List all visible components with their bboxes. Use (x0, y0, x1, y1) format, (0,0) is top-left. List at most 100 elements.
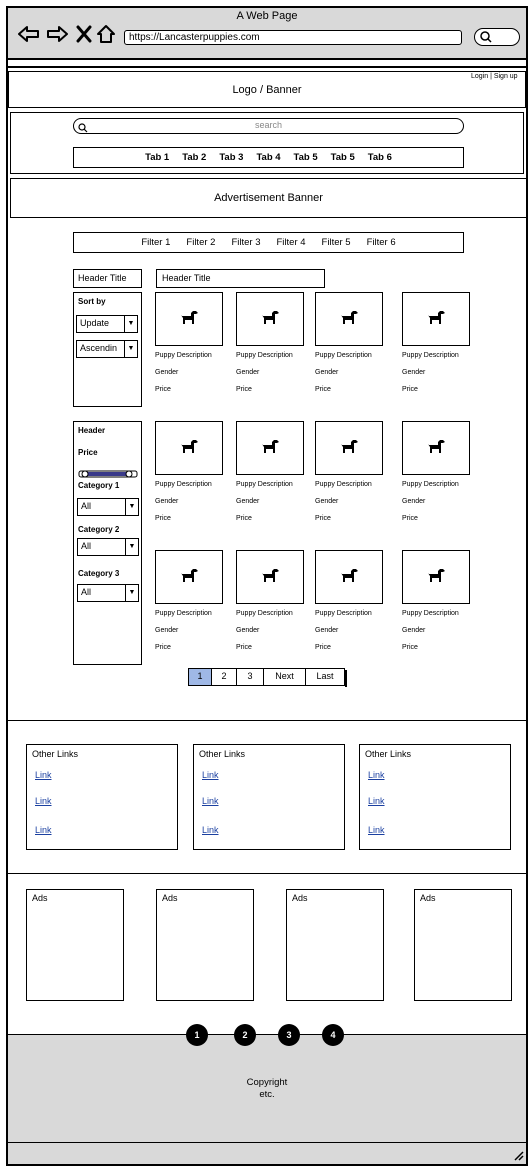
next-page-button[interactable]: Next (264, 669, 306, 685)
ad-slot[interactable]: Ads (286, 889, 384, 1001)
tab-1[interactable]: Tab 1 (145, 152, 169, 163)
puppy-card[interactable]: Puppy Description Gender Price (236, 421, 316, 522)
other-link[interactable]: Link (35, 770, 52, 780)
order-select[interactable]: Ascendin ▼ (76, 340, 138, 358)
dog-icon (426, 566, 446, 589)
puppy-image[interactable] (315, 421, 383, 475)
other-link[interactable]: Link (202, 796, 219, 806)
home-icon[interactable] (96, 24, 116, 49)
filter-1[interactable]: Filter 1 (141, 237, 170, 248)
puppy-card[interactable]: Puppy Description Gender Price (236, 292, 316, 393)
puppy-image[interactable] (402, 421, 470, 475)
sort-select[interactable]: Update ▼ (76, 315, 138, 333)
carousel-dot-4[interactable]: 4 (322, 1024, 344, 1046)
puppy-description[interactable]: Puppy Description (402, 352, 482, 359)
puppy-image[interactable] (315, 550, 383, 604)
page-2-button[interactable]: 2 (212, 669, 237, 685)
category-2-label: Category 2 (78, 525, 120, 534)
other-link[interactable]: Link (368, 825, 385, 835)
puppy-card[interactable]: Puppy Description Gender Price (315, 292, 395, 393)
other-links-box: Other Links Link Link Link (26, 744, 178, 850)
puppy-gender: Gender (315, 369, 339, 376)
puppy-description[interactable]: Puppy Description (402, 610, 482, 617)
puppy-image[interactable] (155, 421, 223, 475)
other-link[interactable]: Link (35, 825, 52, 835)
ad-slot[interactable]: Ads (414, 889, 512, 1001)
puppy-description[interactable]: Puppy Description (315, 481, 395, 488)
category-3-select[interactable]: All ▼ (77, 584, 139, 602)
advertisement-banner[interactable]: Advertisement Banner (10, 178, 527, 218)
puppy-card[interactable]: Puppy Description Gender Price (155, 550, 235, 651)
filter-4[interactable]: Filter 4 (277, 237, 306, 248)
other-link[interactable]: Link (368, 796, 385, 806)
back-arrow-icon[interactable] (18, 25, 40, 48)
puppy-description[interactable]: Puppy Description (236, 352, 316, 359)
other-link[interactable]: Link (202, 825, 219, 835)
carousel-dot-2[interactable]: 2 (234, 1024, 256, 1046)
other-link[interactable]: Link (368, 770, 385, 780)
dog-icon (339, 308, 359, 331)
forward-arrow-icon[interactable] (46, 25, 68, 48)
puppy-card[interactable]: Puppy Description Gender Price (155, 292, 235, 393)
filter-6[interactable]: Filter 6 (367, 237, 396, 248)
site-search-input[interactable]: search (73, 118, 464, 134)
puppy-card[interactable]: Puppy Description Gender Price (315, 421, 395, 522)
other-link[interactable]: Link (35, 796, 52, 806)
filter-5[interactable]: Filter 5 (322, 237, 351, 248)
puppy-description[interactable]: Puppy Description (155, 610, 235, 617)
ad-slot[interactable]: Ads (26, 889, 124, 1001)
login-signup-link[interactable]: Login | Sign up (471, 73, 518, 80)
filter-2[interactable]: Filter 2 (186, 237, 215, 248)
dog-icon (426, 308, 446, 331)
logo-banner[interactable]: Logo / Banner (8, 71, 526, 108)
puppy-card[interactable]: Puppy Description Gender Price (236, 550, 316, 651)
tab-5b[interactable]: Tab 5 (331, 152, 355, 163)
puppy-card[interactable]: Puppy Description Gender Price (402, 292, 482, 393)
puppy-description[interactable]: Puppy Description (236, 610, 316, 617)
puppy-description[interactable]: Puppy Description (155, 352, 235, 359)
puppy-description[interactable]: Puppy Description (315, 352, 395, 359)
order-select-value: Ascendin (80, 343, 118, 353)
puppy-image[interactable] (236, 421, 304, 475)
category-2-select[interactable]: All ▼ (77, 538, 139, 556)
ad-slot[interactable]: Ads (156, 889, 254, 1001)
puppy-image[interactable] (236, 550, 304, 604)
puppy-description[interactable]: Puppy Description (315, 610, 395, 617)
puppy-image[interactable] (315, 292, 383, 346)
price-range-slider[interactable] (78, 465, 138, 478)
puppy-description[interactable]: Puppy Description (155, 481, 235, 488)
resize-handle-icon[interactable] (512, 1148, 524, 1166)
divider (8, 873, 526, 874)
tab-3[interactable]: Tab 3 (219, 152, 243, 163)
puppy-card[interactable]: Puppy Description Gender Price (402, 550, 482, 651)
puppy-card[interactable]: Puppy Description Gender Price (315, 550, 395, 651)
close-x-icon[interactable] (76, 25, 92, 48)
url-bar[interactable]: https://Lancasterpuppies.com (124, 30, 462, 45)
other-links-title: Other Links (199, 749, 246, 759)
puppy-card[interactable]: Puppy Description Gender Price (155, 421, 235, 522)
filter-3[interactable]: Filter 3 (231, 237, 260, 248)
puppy-image[interactable] (155, 550, 223, 604)
tab-5[interactable]: Tab 5 (294, 152, 318, 163)
ad-label: Ads (32, 893, 48, 903)
carousel-dot-1[interactable]: 1 (186, 1024, 208, 1046)
category-1-select[interactable]: All ▼ (77, 498, 139, 516)
tab-6[interactable]: Tab 6 (368, 152, 392, 163)
puppy-image[interactable] (155, 292, 223, 346)
puppy-image[interactable] (402, 550, 470, 604)
tab-4[interactable]: Tab 4 (256, 152, 280, 163)
page-1-button[interactable]: 1 (189, 669, 212, 685)
puppy-image[interactable] (236, 292, 304, 346)
last-page-button[interactable]: Last (306, 669, 344, 685)
puppy-description[interactable]: Puppy Description (402, 481, 482, 488)
puppy-image[interactable] (402, 292, 470, 346)
carousel-dot-3[interactable]: 3 (278, 1024, 300, 1046)
tab-2[interactable]: Tab 2 (182, 152, 206, 163)
puppy-price: Price (315, 515, 331, 522)
puppy-card[interactable]: Puppy Description Gender Price (402, 421, 482, 522)
puppy-description[interactable]: Puppy Description (236, 481, 316, 488)
browser-search-field[interactable] (474, 28, 520, 46)
other-link[interactable]: Link (202, 770, 219, 780)
puppy-gender: Gender (402, 627, 426, 634)
page-3-button[interactable]: 3 (237, 669, 264, 685)
